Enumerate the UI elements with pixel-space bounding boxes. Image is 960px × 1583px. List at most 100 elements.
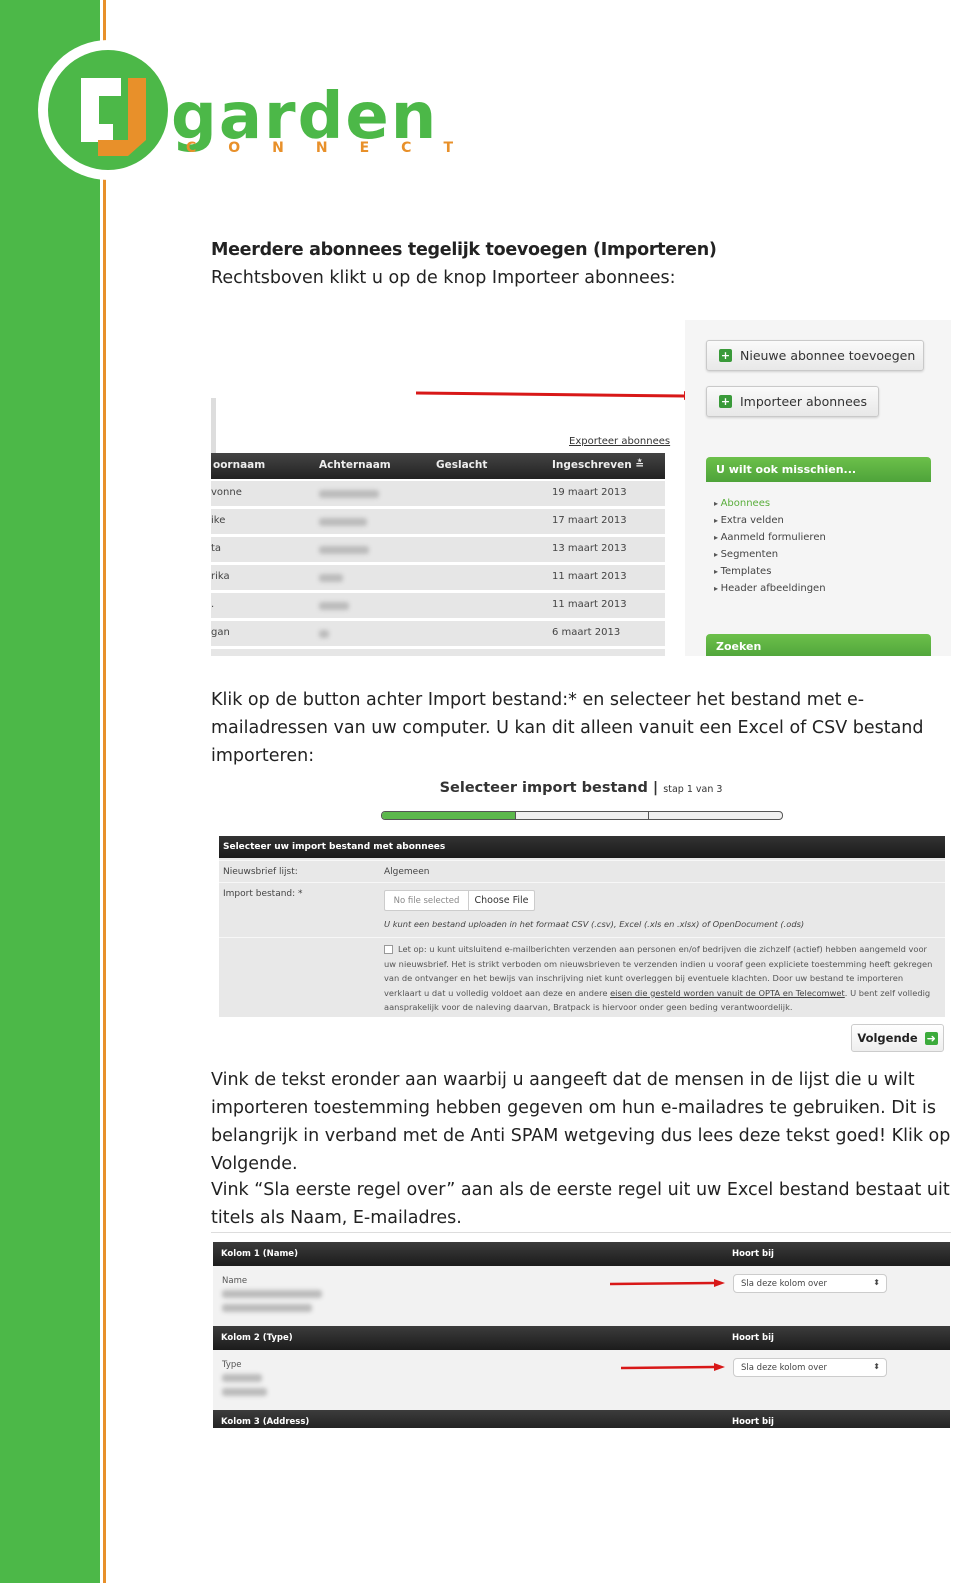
import-step-title: Selecteer import bestand | stap 1 van 3: [439, 780, 723, 796]
first-name: ta: [211, 543, 222, 554]
intro-paragraph: Rechtsboven klikt u op de knop Importeer…: [211, 268, 676, 288]
section-title: Meerdere abonnees tegelijk toevoegen (Im…: [211, 240, 717, 260]
column-3-title: Kolom 3 (Address): [221, 1417, 310, 1427]
choose-file-button[interactable]: Choose File: [469, 891, 534, 910]
blurred-last-name: [319, 602, 349, 610]
subscribers-table-header: oornaam Achternaam Geslacht Ingeschreven…: [211, 453, 665, 479]
subscribed-date: 17 maart 2013: [552, 515, 627, 526]
first-name: vonne: [211, 487, 242, 498]
column-3-header: Kolom 3 (Address) Hoort bij: [213, 1410, 950, 1428]
first-name: rika: [211, 571, 230, 582]
col-last-name[interactable]: Achternaam: [319, 459, 391, 471]
opta-link[interactable]: eisen die gesteld worden vanuit de OPTA …: [610, 988, 845, 998]
blurred-value: [222, 1388, 267, 1396]
select-value: Sla deze kolom over: [741, 1279, 828, 1289]
table-row[interactable]: ike 17 maart 2013: [211, 509, 665, 534]
select-value: Sla deze kolom over: [741, 1363, 828, 1373]
table-row[interactable]: vonne 19 maart 2013: [211, 481, 665, 506]
step-counter: stap 1 van 3: [663, 784, 723, 795]
column-1-title: Kolom 1 (Name): [221, 1249, 298, 1259]
subscribed-date: 19 maart 2013: [552, 487, 627, 498]
table-row[interactable]: ta 13 maart 2013: [211, 537, 665, 562]
import-subscribers-button[interactable]: + Importeer abonnees: [706, 386, 879, 417]
column-2-select[interactable]: Sla deze kolom over ⬍: [733, 1358, 887, 1377]
green-side-stripe: [0, 0, 100, 1583]
link-header-afbeeldingen[interactable]: Header afbeeldingen: [714, 580, 826, 597]
consent-checkbox[interactable]: [384, 945, 393, 954]
table-row[interactable]: . 11 maart 2013: [211, 593, 665, 618]
svg-text:CONNECT: CONNECT: [186, 140, 466, 156]
blurred-last-name: [319, 518, 367, 526]
column-2-header: Kolom 2 (Type) Hoort bij: [213, 1326, 950, 1350]
first-name: gan: [211, 627, 230, 638]
link-templates[interactable]: Templates: [714, 563, 826, 580]
table-row[interactable]: gan 6 maart 2013: [211, 621, 665, 646]
select-arrows-icon: ⬍: [873, 1362, 880, 1371]
blurred-last-name: [319, 574, 343, 582]
newsletter-label: Nieuwsbrief lijst:: [223, 867, 298, 877]
first-name: ike: [211, 515, 226, 526]
orange-side-line: [103, 0, 106, 1583]
blurred-value: [222, 1374, 262, 1382]
screenshot-subscribers-page: Exporteer abonnees oornaam Achternaam Ge…: [211, 320, 951, 656]
blurred-value: [222, 1290, 322, 1298]
column-2-title: Kolom 2 (Type): [221, 1333, 293, 1343]
import-file-label: Import bestand: *: [223, 889, 303, 899]
red-arrow-icon: [621, 1363, 725, 1371]
plus-icon: +: [719, 349, 732, 362]
step-title: Selecteer import bestand: [439, 780, 648, 796]
file-input[interactable]: No file selected Choose File: [384, 890, 535, 911]
file-select-paragraph: Klik op de button achter Import bestand:…: [211, 690, 924, 766]
link-aanmeld-formulieren[interactable]: Aanmeld formulieren: [714, 529, 826, 546]
next-label: Volgende: [857, 1031, 918, 1045]
column-1-select[interactable]: Sla deze kolom over ⬍: [733, 1274, 887, 1293]
arrow-right-icon: ➜: [924, 1031, 938, 1045]
col-first-name[interactable]: oornaam: [213, 459, 265, 471]
belongs-label: Hoort bij: [732, 1417, 774, 1427]
garden-connect-logo: garden CONNECT: [38, 40, 466, 180]
suggestions-list: Abonnees Extra velden Aanmeld formuliere…: [714, 495, 826, 597]
file-format-hint: U kunt een bestand uploaden in het forma…: [384, 919, 805, 929]
skip-first-row-paragraph: Vink “Sla eerste regel over” aan als de …: [211, 1180, 950, 1228]
subscribed-date: 13 maart 2013: [552, 543, 627, 554]
column-1-field: Name: [222, 1276, 248, 1286]
col-gender[interactable]: Geslacht: [436, 459, 487, 471]
table-row: [211, 649, 665, 656]
form-header: Selecteer uw import bestand met abonnees: [219, 836, 945, 858]
new-subscriber-button[interactable]: + Nieuwe abonnee toevoegen: [706, 340, 924, 371]
belongs-label: Hoort bij: [732, 1249, 774, 1259]
blurred-value: [222, 1304, 312, 1312]
col-subscribed[interactable]: Ingeschreven ≛: [552, 459, 644, 471]
column-mapping-screenshot: Kolom 1 (Name) Hoort bij Name Sla deze ko…: [213, 1242, 950, 1428]
import-subscribers-label: Importeer abonnees: [740, 394, 867, 409]
belongs-label: Hoort bij: [732, 1333, 774, 1343]
next-button[interactable]: Volgende ➜: [851, 1024, 944, 1052]
import-form: Selecteer uw import bestand met abonnees…: [219, 836, 945, 1017]
export-subscribers-link[interactable]: Exporteer abonnees: [569, 436, 670, 447]
link-extra-velden[interactable]: Extra velden: [714, 512, 826, 529]
column-1-header: Kolom 1 (Name) Hoort bij: [213, 1242, 950, 1266]
blurred-last-name: [319, 630, 329, 638]
consent-paragraph: Vink de tekst eronder aan waarbij u aang…: [211, 1070, 951, 1174]
newsletter-value: Algemeen: [384, 867, 430, 877]
subscribed-date: 6 maart 2013: [552, 627, 621, 638]
subscribed-date: 11 maart 2013: [552, 599, 627, 610]
plus-icon: +: [719, 395, 732, 408]
link-segmenten[interactable]: Segmenten: [714, 546, 826, 563]
select-arrows-icon: ⬍: [873, 1278, 880, 1287]
import-progress-bar: [381, 811, 783, 820]
first-name: .: [211, 599, 215, 610]
column-2-field: Type: [222, 1360, 242, 1370]
red-arrow-icon: [610, 1279, 725, 1287]
blurred-last-name: [319, 490, 379, 498]
link-abonnees[interactable]: Abonnees: [714, 495, 826, 512]
consent-text: Let op: u kunt uitsluitend e-mailbericht…: [384, 942, 939, 1015]
progress-fill: [382, 812, 516, 819]
blurred-last-name: [319, 546, 369, 554]
table-row[interactable]: rika 11 maart 2013: [211, 565, 665, 590]
new-subscriber-label: Nieuwe abonnee toevoegen: [740, 348, 916, 363]
subscribed-date: 11 maart 2013: [552, 571, 627, 582]
search-header: Zoeken: [706, 634, 931, 656]
red-arrow-icon: [416, 391, 696, 400]
suggestions-header: U wilt ook misschien...: [706, 457, 931, 482]
